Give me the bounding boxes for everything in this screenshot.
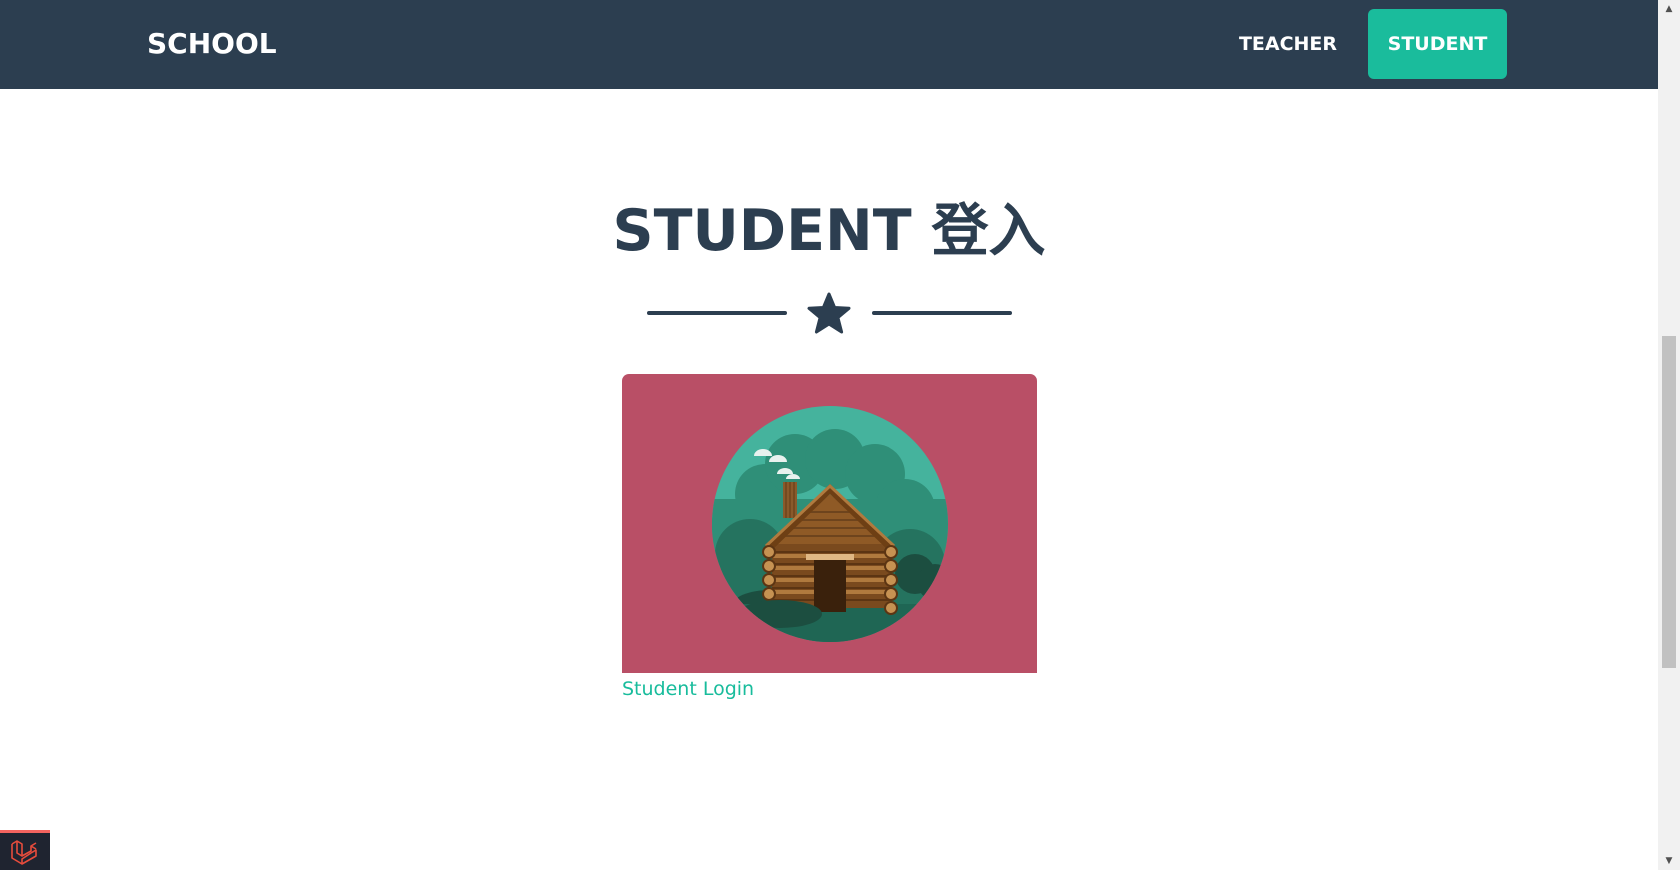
scroll-down-icon[interactable]: ▼	[1658, 852, 1680, 870]
laravel-icon	[11, 840, 37, 865]
nav-student-link[interactable]: STUDENT	[1368, 9, 1507, 79]
star-icon	[807, 292, 851, 334]
page-heading: STUDENT 登入	[612, 198, 1046, 264]
page: SCHOOL TEACHER STUDENT STUDENT 登入 Studen…	[0, 0, 1658, 870]
brand-link[interactable]: SCHOOL	[147, 27, 277, 61]
student-login-card[interactable]	[622, 374, 1037, 673]
scroll-up-icon[interactable]: ▲	[1658, 0, 1680, 18]
navbar: SCHOOL TEACHER STUDENT	[0, 0, 1658, 89]
divider-line-right	[872, 311, 1012, 315]
divider-line-left	[647, 311, 787, 315]
student-login-link[interactable]: Student Login	[622, 676, 754, 702]
nav-teacher-link[interactable]: TEACHER	[1222, 9, 1354, 79]
vertical-scrollbar[interactable]: ▲ ▼	[1658, 0, 1680, 870]
scroll-thumb[interactable]	[1662, 336, 1676, 668]
log-cabin-illustration	[712, 406, 948, 642]
debugbar-badge[interactable]	[0, 830, 50, 870]
